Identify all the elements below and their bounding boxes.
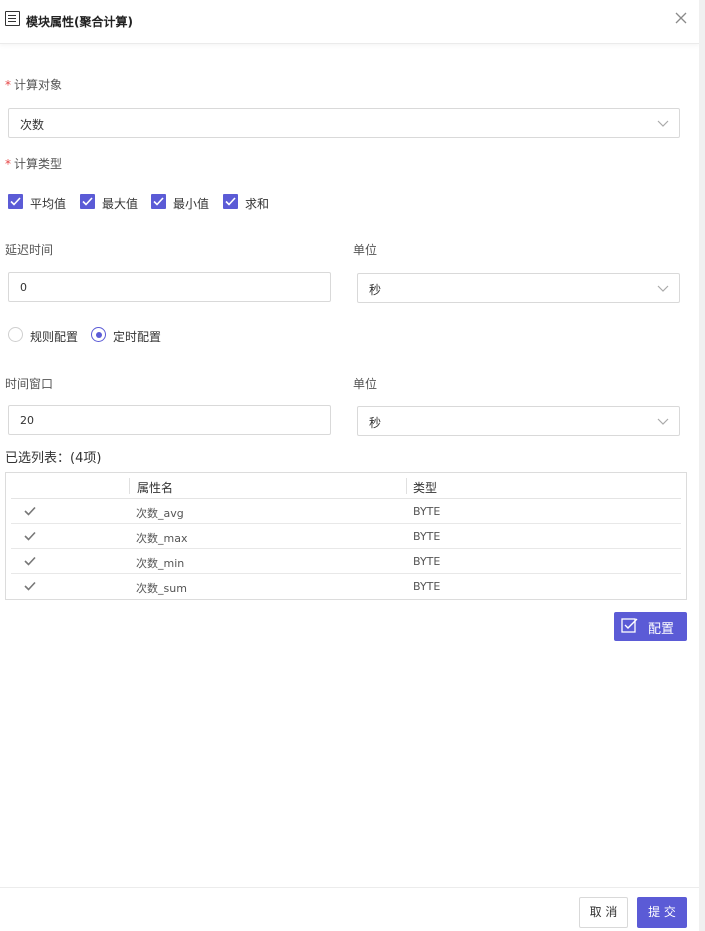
delay-unit-select[interactable]: 秒 (357, 273, 680, 303)
time-window-value: 20 (20, 414, 34, 427)
selected-list-title: 已选列表：(4项) (5, 451, 102, 466)
scrollbar[interactable] (699, 0, 705, 931)
dialog-header: 模块属性(聚合计算) (0, 0, 699, 44)
checkbox-label: 求和 (245, 197, 270, 211)
submit-button[interactable]: 提 交 (637, 897, 687, 928)
window-unit-select[interactable]: 秒 (357, 406, 680, 436)
row-type: BYTE (413, 580, 441, 593)
table-header: 属性名 类型 (11, 473, 681, 499)
calc-object-label-text: 计算对象 (14, 78, 63, 92)
column-divider (406, 478, 407, 494)
window-unit-value: 秒 (369, 416, 382, 430)
delay-label: 延迟时间 (5, 243, 54, 257)
delay-value: 0 (20, 281, 27, 294)
calc-object-value: 次数 (20, 118, 45, 132)
radio-unselected-icon (8, 327, 23, 342)
list-icon (5, 11, 20, 26)
row-name: 次数_avg (136, 507, 184, 520)
config-button[interactable]: 配置 (614, 612, 687, 641)
column-header-type: 类型 (413, 481, 438, 495)
checkbox-checked-icon (8, 194, 23, 209)
table-row[interactable]: 次数_max BYTE (11, 524, 681, 549)
module-properties-dialog: 模块属性(聚合计算) * 计算对象 次数 * 计算类型 平均值 最大值 最小值 求和… (0, 0, 699, 931)
delay-input[interactable]: 0 (8, 272, 331, 302)
config-button-label: 配置 (648, 622, 675, 637)
delay-unit-value: 秒 (369, 283, 382, 297)
time-window-label: 时间窗口 (5, 377, 54, 391)
dialog-title: 模块属性(聚合计算) (26, 15, 133, 29)
chevron-down-icon (657, 418, 669, 425)
row-type: BYTE (413, 505, 441, 518)
required-mark: * (5, 78, 11, 92)
check-icon (24, 506, 36, 516)
radio-selected-icon (91, 327, 106, 342)
calc-type-label-text: 计算类型 (14, 157, 63, 171)
calc-type-label: * 计算类型 (5, 155, 62, 172)
chevron-down-icon (657, 120, 669, 127)
table-row[interactable]: 次数_sum BYTE (11, 574, 681, 599)
checkbox-checked-icon (80, 194, 95, 209)
radio-label: 规则配置 (30, 330, 79, 344)
checkbox-checked-icon (223, 194, 238, 209)
row-type: BYTE (413, 555, 441, 568)
calc-object-label: * 计算对象 (5, 76, 62, 93)
row-name: 次数_sum (136, 582, 187, 595)
calc-object-select[interactable]: 次数 (8, 108, 680, 138)
checkbox-label: 最小值 (173, 197, 210, 211)
check-icon (24, 581, 36, 591)
column-divider (129, 478, 130, 494)
check-icon (24, 556, 36, 566)
checkbox-checked-icon (151, 194, 166, 209)
window-unit-label: 单位 (353, 377, 378, 391)
table-row[interactable]: 次数_avg BYTE (11, 499, 681, 524)
delay-unit-label: 单位 (353, 243, 378, 257)
close-icon[interactable] (674, 11, 688, 27)
chevron-down-icon (657, 285, 669, 292)
column-header-name: 属性名 (137, 481, 174, 495)
cancel-button[interactable]: 取 消 (579, 897, 628, 928)
selected-list-table: 属性名 类型 次数_avg BYTE 次数_max BYTE 次数_min BY… (5, 472, 687, 600)
table-row[interactable]: 次数_min BYTE (11, 549, 681, 574)
required-mark: * (5, 157, 11, 171)
check-icon (24, 531, 36, 541)
radio-label: 定时配置 (113, 330, 162, 344)
checkbox-label: 最大值 (102, 197, 139, 211)
checkbox-label: 平均值 (30, 197, 67, 211)
checklist-icon (621, 618, 638, 633)
row-name: 次数_max (136, 532, 188, 545)
row-name: 次数_min (136, 557, 185, 570)
row-type: BYTE (413, 530, 441, 543)
time-window-input[interactable]: 20 (8, 405, 331, 435)
